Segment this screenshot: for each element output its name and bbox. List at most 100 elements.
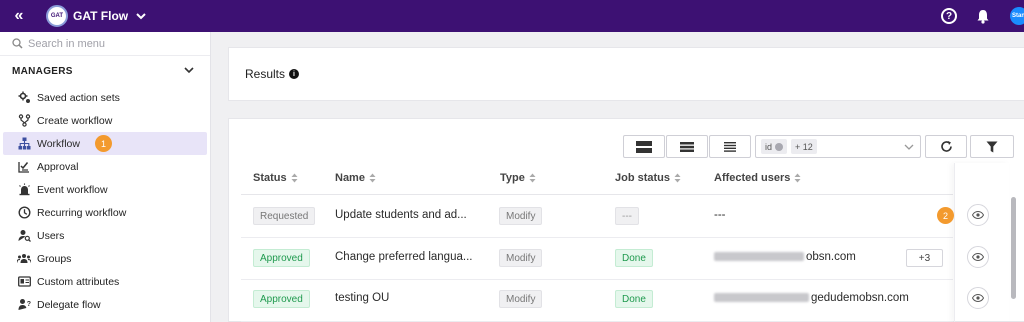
refresh-button[interactable] <box>925 135 967 158</box>
workflow-name[interactable]: testing OU <box>335 292 389 304</box>
sidebar-item-saved-action-sets[interactable]: Saved action sets <box>3 86 207 109</box>
sidebar-search[interactable]: Search in menu <box>0 32 210 56</box>
checklist-icon <box>17 160 31 174</box>
app-title[interactable]: GAT Flow <box>73 9 128 23</box>
chevron-down-icon[interactable] <box>136 12 146 20</box>
eye-icon <box>972 253 984 261</box>
vertical-scrollbar[interactable] <box>1011 197 1016 299</box>
sidebar-item-recurring-workflow[interactable]: Recurring workflow <box>3 201 207 224</box>
job-status-badge: Done <box>615 249 653 267</box>
app-logo: GAT <box>46 5 68 27</box>
info-icon[interactable]: i <box>289 69 300 79</box>
section-title: MANAGERS <box>12 65 73 77</box>
affected-users-value: obsn.com <box>714 251 856 263</box>
status-badge: Approved <box>253 290 310 308</box>
view-button[interactable] <box>967 287 989 309</box>
status-badge: Approved <box>253 249 310 267</box>
sidebar-item-create-workflow[interactable]: Create workflow <box>3 109 207 132</box>
header-label: Job status <box>615 172 671 184</box>
more-columns-chip[interactable]: + 12 <box>791 139 817 154</box>
view-button[interactable] <box>967 246 989 268</box>
step-marker-2: 2 <box>937 207 954 224</box>
column-chip-id[interactable]: id <box>761 139 788 154</box>
hierarchy-icon <box>17 137 31 151</box>
clock-icon <box>17 206 31 220</box>
sidebar-item-groups[interactable]: Groups <box>3 247 207 270</box>
sort-icon[interactable] <box>369 173 376 183</box>
actions-column <box>954 163 1009 322</box>
header-label: Name <box>335 172 365 184</box>
sidebar-item-label: Workflow <box>37 137 80 150</box>
column-select[interactable]: id + 12 <box>755 135 921 158</box>
column-header-status[interactable]: Status <box>253 172 298 184</box>
remove-chip-icon[interactable] <box>775 142 784 151</box>
sidebar-item-custom-attributes[interactable]: Custom attributes <box>3 270 207 293</box>
sort-icon[interactable] <box>529 173 536 183</box>
view-button[interactable] <box>967 204 989 226</box>
svg-text:?: ? <box>26 301 30 308</box>
sidebar-item-label: Recurring workflow <box>37 206 127 219</box>
job-status-badge: Done <box>615 290 653 308</box>
sidebar-menu: Saved action sets Create workflow Workfl… <box>0 86 210 316</box>
sidebar-item-approval[interactable]: Approval <box>3 155 207 178</box>
affected-users-value: gedudemobsn.com <box>714 292 909 304</box>
id-card-icon <box>17 275 31 289</box>
workflow-name[interactable]: Update students and ad... <box>335 209 467 221</box>
alarm-icon <box>17 183 31 197</box>
sidebar: Search in menu MANAGERS Saved action set… <box>0 32 211 322</box>
header-label: Status <box>253 172 287 184</box>
filter-button[interactable] <box>970 135 1014 158</box>
step-marker-1: 1 <box>95 135 112 152</box>
density-large-button[interactable] <box>623 135 665 158</box>
affected-users-value: --- <box>714 209 726 221</box>
density-medium-button[interactable] <box>666 135 708 158</box>
sidebar-item-users[interactable]: Users <box>3 224 207 247</box>
sort-icon[interactable] <box>794 173 801 183</box>
more-users-button[interactable]: +3 <box>906 249 943 267</box>
row-divider <box>241 237 953 238</box>
sidebar-item-workflow[interactable]: Workflow 1 <box>3 132 207 155</box>
sidebar-item-label: Approval <box>37 160 79 173</box>
affected-users-text: obsn.com <box>806 251 856 263</box>
density-large-icon <box>636 140 652 153</box>
type-badge: Modify <box>499 207 543 225</box>
column-header-type[interactable]: Type <box>500 172 536 184</box>
app-logo-text: GAT <box>50 13 64 19</box>
avatar[interactable]: Stan <box>1010 7 1024 25</box>
column-chip-label: id <box>765 141 773 152</box>
header-divider <box>241 194 953 195</box>
column-header-job-status[interactable]: Job status <box>615 172 681 184</box>
column-header-name[interactable]: Name <box>335 172 376 184</box>
managers-section-header[interactable]: MANAGERS <box>0 56 210 86</box>
density-small-button[interactable] <box>709 135 751 158</box>
collapse-sidebar-icon[interactable]: « <box>0 0 38 32</box>
user-search-icon <box>17 229 31 243</box>
sort-icon[interactable] <box>291 173 298 183</box>
column-header-affected-users[interactable]: Affected users <box>714 172 801 184</box>
bell-icon[interactable] <box>976 9 990 24</box>
branch-icon <box>17 114 31 128</box>
chevron-down-icon[interactable] <box>184 65 194 77</box>
sidebar-item-delegate-flow[interactable]: ? Delegate flow <box>3 293 207 316</box>
sidebar-item-event-workflow[interactable]: Event workflow <box>3 178 207 201</box>
sidebar-item-label: Saved action sets <box>37 91 120 104</box>
search-icon <box>12 38 23 49</box>
help-icon[interactable]: ? <box>941 8 957 24</box>
sidebar-item-label: Create workflow <box>37 114 113 127</box>
workflow-name[interactable]: Change preferred langua... <box>335 251 472 263</box>
sort-icon[interactable] <box>674 173 681 183</box>
groups-icon <box>17 252 31 266</box>
top-bar: « GAT GAT Flow ? Stan <box>0 0 1024 32</box>
density-small-icon <box>724 141 736 152</box>
refresh-icon <box>940 141 952 152</box>
redacted-email-part <box>714 293 809 303</box>
eye-icon <box>972 211 984 219</box>
sidebar-item-label: Event workflow <box>37 183 108 196</box>
affected-users-text: gedudemobsn.com <box>811 292 909 304</box>
user-question-icon: ? <box>17 298 31 312</box>
chevron-down-icon[interactable] <box>904 142 914 154</box>
sidebar-item-label: Users <box>37 229 65 242</box>
row-divider <box>241 279 953 280</box>
sidebar-item-label: Groups <box>37 252 72 265</box>
search-input[interactable]: Search in menu <box>28 38 105 50</box>
